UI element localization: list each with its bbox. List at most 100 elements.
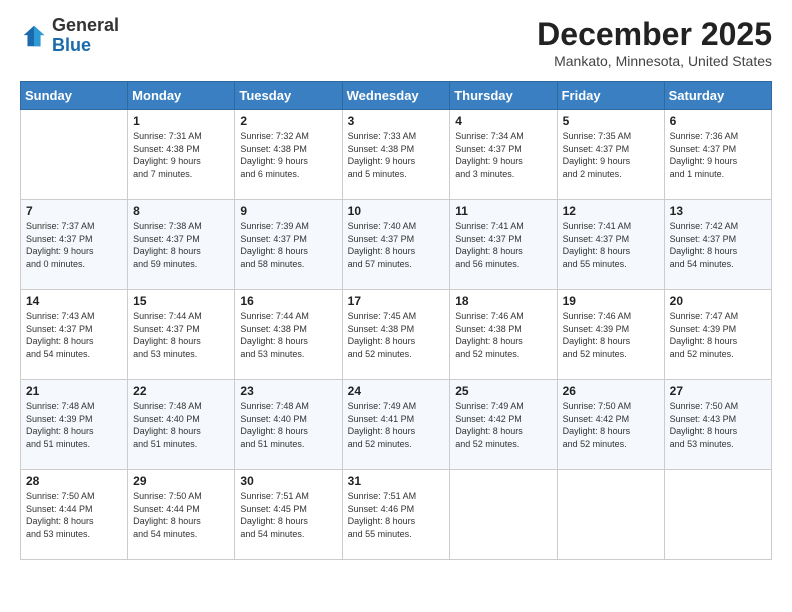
calendar-cell: 27Sunrise: 7:50 AM Sunset: 4:43 PM Dayli… bbox=[664, 380, 771, 470]
cell-text: Sunrise: 7:50 AM Sunset: 4:44 PM Dayligh… bbox=[26, 490, 122, 540]
day-number: 23 bbox=[240, 384, 336, 398]
calendar-cell: 16 Sunrise: 7:44 AM Sunset: 4:38 PM Dayli… bbox=[235, 290, 342, 380]
day-number: 2 bbox=[240, 114, 336, 128]
day-header-tuesday: Tuesday bbox=[235, 82, 342, 110]
calendar-cell: 24 Sunrise: 7:49 AM Sunset: 4:41 PM Dayli… bbox=[342, 380, 450, 470]
cell-text: Sunrise: 7:46 AM Sunset: 4:38 PM Dayligh… bbox=[455, 310, 551, 360]
day-header-monday: Monday bbox=[128, 82, 235, 110]
day-header-sunday: Sunday bbox=[21, 82, 128, 110]
logo: General Blue bbox=[20, 16, 119, 56]
page-subtitle: Mankato, Minnesota, United States bbox=[537, 53, 772, 69]
day-number: 8 bbox=[133, 204, 229, 218]
cell-text: Sunrise: 7:35 AM Sunset: 4:37 PM Dayligh… bbox=[563, 130, 659, 180]
cell-text: Sunrise: 7:41 AM Sunset: 4:37 PM Dayligh… bbox=[563, 220, 659, 270]
day-number: 22 bbox=[133, 384, 229, 398]
cell-text: Sunrise: 7:45 AM Sunset: 4:38 PM Dayligh… bbox=[348, 310, 445, 360]
day-number: 10 bbox=[348, 204, 445, 218]
calendar-cell: 21 Sunrise: 7:48 AM Sunset: 4:39 PM Dayli… bbox=[21, 380, 128, 470]
day-number: 17 bbox=[348, 294, 445, 308]
title-block: December 2025 Mankato, Minnesota, United… bbox=[537, 16, 772, 69]
day-header-saturday: Saturday bbox=[664, 82, 771, 110]
cell-text: Sunrise: 7:48 AM Sunset: 4:39 PM Dayligh… bbox=[26, 400, 122, 450]
day-number: 6 bbox=[670, 114, 766, 128]
cell-text: Sunrise: 7:48 AM Sunset: 4:40 PM Dayligh… bbox=[133, 400, 229, 450]
cell-text: Sunrise: 7:41 AM Sunset: 4:37 PM Dayligh… bbox=[455, 220, 551, 270]
calendar-cell: 9Sunrise: 7:39 AM Sunset: 4:37 PM Daylig… bbox=[235, 200, 342, 290]
cell-text: Sunrise: 7:36 AM Sunset: 4:37 PM Dayligh… bbox=[670, 130, 766, 180]
cell-text: Sunrise: 7:40 AM Sunset: 4:37 PM Dayligh… bbox=[348, 220, 445, 270]
calendar-cell: 10 Sunrise: 7:40 AM Sunset: 4:37 PM Dayli… bbox=[342, 200, 450, 290]
calendar-cell: 20 Sunrise: 7:47 AM Sunset: 4:39 PM Dayli… bbox=[664, 290, 771, 380]
day-number: 5 bbox=[563, 114, 659, 128]
cell-text: Sunrise: 7:46 AM Sunset: 4:39 PM Dayligh… bbox=[563, 310, 659, 360]
logo-text: General Blue bbox=[52, 16, 119, 56]
day-number: 21 bbox=[26, 384, 122, 398]
day-number: 20 bbox=[670, 294, 766, 308]
page-header: General Blue December 2025 Mankato, Minn… bbox=[20, 16, 772, 69]
calendar-header: SundayMondayTuesdayWednesdayThursdayFrid… bbox=[21, 82, 772, 110]
calendar-week-5: 28 Sunrise: 7:50 AM Sunset: 4:44 PM Dayli… bbox=[21, 470, 772, 560]
cell-text: Sunrise: 7:34 AM Sunset: 4:37 PM Dayligh… bbox=[455, 130, 551, 180]
cell-text: Sunrise: 7:49 AM Sunset: 4:41 PM Dayligh… bbox=[348, 400, 445, 450]
day-number: 31 bbox=[348, 474, 445, 488]
cell-text: Sunrise: 7:33 AM Sunset: 4:38 PM Dayligh… bbox=[348, 130, 445, 180]
calendar-cell: 13 Sunrise: 7:42 AM Sunset: 4:37 PM Dayli… bbox=[664, 200, 771, 290]
calendar-cell: 23 Sunrise: 7:48 AM Sunset: 4:40 PM Dayli… bbox=[235, 380, 342, 470]
calendar-week-4: 21 Sunrise: 7:48 AM Sunset: 4:39 PM Dayli… bbox=[21, 380, 772, 470]
calendar-cell bbox=[557, 470, 664, 560]
days-of-week-row: SundayMondayTuesdayWednesdayThursdayFrid… bbox=[21, 82, 772, 110]
day-number: 30 bbox=[240, 474, 336, 488]
cell-text: Sunrise: 7:49 AM Sunset: 4:42 PM Dayligh… bbox=[455, 400, 551, 450]
calendar-table: SundayMondayTuesdayWednesdayThursdayFrid… bbox=[20, 81, 772, 560]
cell-text: Sunrise: 7:43 AM Sunset: 4:37 PM Dayligh… bbox=[26, 310, 122, 360]
calendar-cell bbox=[450, 470, 557, 560]
calendar-week-3: 14 Sunrise: 7:43 AM Sunset: 4:37 PM Dayli… bbox=[21, 290, 772, 380]
day-number: 29 bbox=[133, 474, 229, 488]
day-number: 16 bbox=[240, 294, 336, 308]
calendar-cell: 14 Sunrise: 7:43 AM Sunset: 4:37 PM Dayli… bbox=[21, 290, 128, 380]
day-number: 27 bbox=[670, 384, 766, 398]
cell-text: Sunrise: 7:32 AM Sunset: 4:38 PM Dayligh… bbox=[240, 130, 336, 180]
day-number: 19 bbox=[563, 294, 659, 308]
cell-text: Sunrise: 7:44 AM Sunset: 4:38 PM Dayligh… bbox=[240, 310, 336, 360]
calendar-cell: 29 Sunrise: 7:50 AM Sunset: 4:44 PM Dayli… bbox=[128, 470, 235, 560]
page-title: December 2025 bbox=[537, 16, 772, 53]
calendar-cell: 6 Sunrise: 7:36 AM Sunset: 4:37 PM Daylig… bbox=[664, 110, 771, 200]
logo-blue-text: Blue bbox=[52, 35, 91, 55]
day-number: 24 bbox=[348, 384, 445, 398]
cell-text: Sunrise: 7:51 AM Sunset: 4:46 PM Dayligh… bbox=[348, 490, 445, 540]
day-number: 11 bbox=[455, 204, 551, 218]
calendar-cell: 3Sunrise: 7:33 AM Sunset: 4:38 PM Daylig… bbox=[342, 110, 450, 200]
day-number: 1 bbox=[133, 114, 229, 128]
calendar-cell: 25 Sunrise: 7:49 AM Sunset: 4:42 PM Dayli… bbox=[450, 380, 557, 470]
calendar-cell: 30Sunrise: 7:51 AM Sunset: 4:45 PM Dayli… bbox=[235, 470, 342, 560]
day-number: 9 bbox=[240, 204, 336, 218]
day-number: 12 bbox=[563, 204, 659, 218]
day-header-wednesday: Wednesday bbox=[342, 82, 450, 110]
cell-text: Sunrise: 7:38 AM Sunset: 4:37 PM Dayligh… bbox=[133, 220, 229, 270]
calendar-cell: 1 Sunrise: 7:31 AM Sunset: 4:38 PM Daylig… bbox=[128, 110, 235, 200]
cell-text: Sunrise: 7:37 AM Sunset: 4:37 PM Dayligh… bbox=[26, 220, 122, 270]
calendar-cell: 22 Sunrise: 7:48 AM Sunset: 4:40 PM Dayli… bbox=[128, 380, 235, 470]
cell-text: Sunrise: 7:50 AM Sunset: 4:44 PM Dayligh… bbox=[133, 490, 229, 540]
calendar-body: 1 Sunrise: 7:31 AM Sunset: 4:38 PM Daylig… bbox=[21, 110, 772, 560]
calendar-cell: 26 Sunrise: 7:50 AM Sunset: 4:42 PM Dayli… bbox=[557, 380, 664, 470]
cell-text: Sunrise: 7:42 AM Sunset: 4:37 PM Dayligh… bbox=[670, 220, 766, 270]
day-number: 14 bbox=[26, 294, 122, 308]
calendar-cell: 31 Sunrise: 7:51 AM Sunset: 4:46 PM Dayli… bbox=[342, 470, 450, 560]
calendar-cell: 11 Sunrise: 7:41 AM Sunset: 4:37 PM Dayli… bbox=[450, 200, 557, 290]
calendar-cell: 18Sunrise: 7:46 AM Sunset: 4:38 PM Dayli… bbox=[450, 290, 557, 380]
day-number: 4 bbox=[455, 114, 551, 128]
cell-text: Sunrise: 7:48 AM Sunset: 4:40 PM Dayligh… bbox=[240, 400, 336, 450]
cell-text: Sunrise: 7:50 AM Sunset: 4:42 PM Dayligh… bbox=[563, 400, 659, 450]
calendar-cell: 12 Sunrise: 7:41 AM Sunset: 4:37 PM Dayli… bbox=[557, 200, 664, 290]
logo-icon bbox=[20, 22, 48, 50]
day-number: 25 bbox=[455, 384, 551, 398]
day-number: 28 bbox=[26, 474, 122, 488]
calendar-cell: 5 Sunrise: 7:35 AM Sunset: 4:37 PM Daylig… bbox=[557, 110, 664, 200]
day-number: 26 bbox=[563, 384, 659, 398]
day-number: 13 bbox=[670, 204, 766, 218]
cell-text: Sunrise: 7:47 AM Sunset: 4:39 PM Dayligh… bbox=[670, 310, 766, 360]
cell-text: Sunrise: 7:31 AM Sunset: 4:38 PM Dayligh… bbox=[133, 130, 229, 180]
day-number: 7 bbox=[26, 204, 122, 218]
